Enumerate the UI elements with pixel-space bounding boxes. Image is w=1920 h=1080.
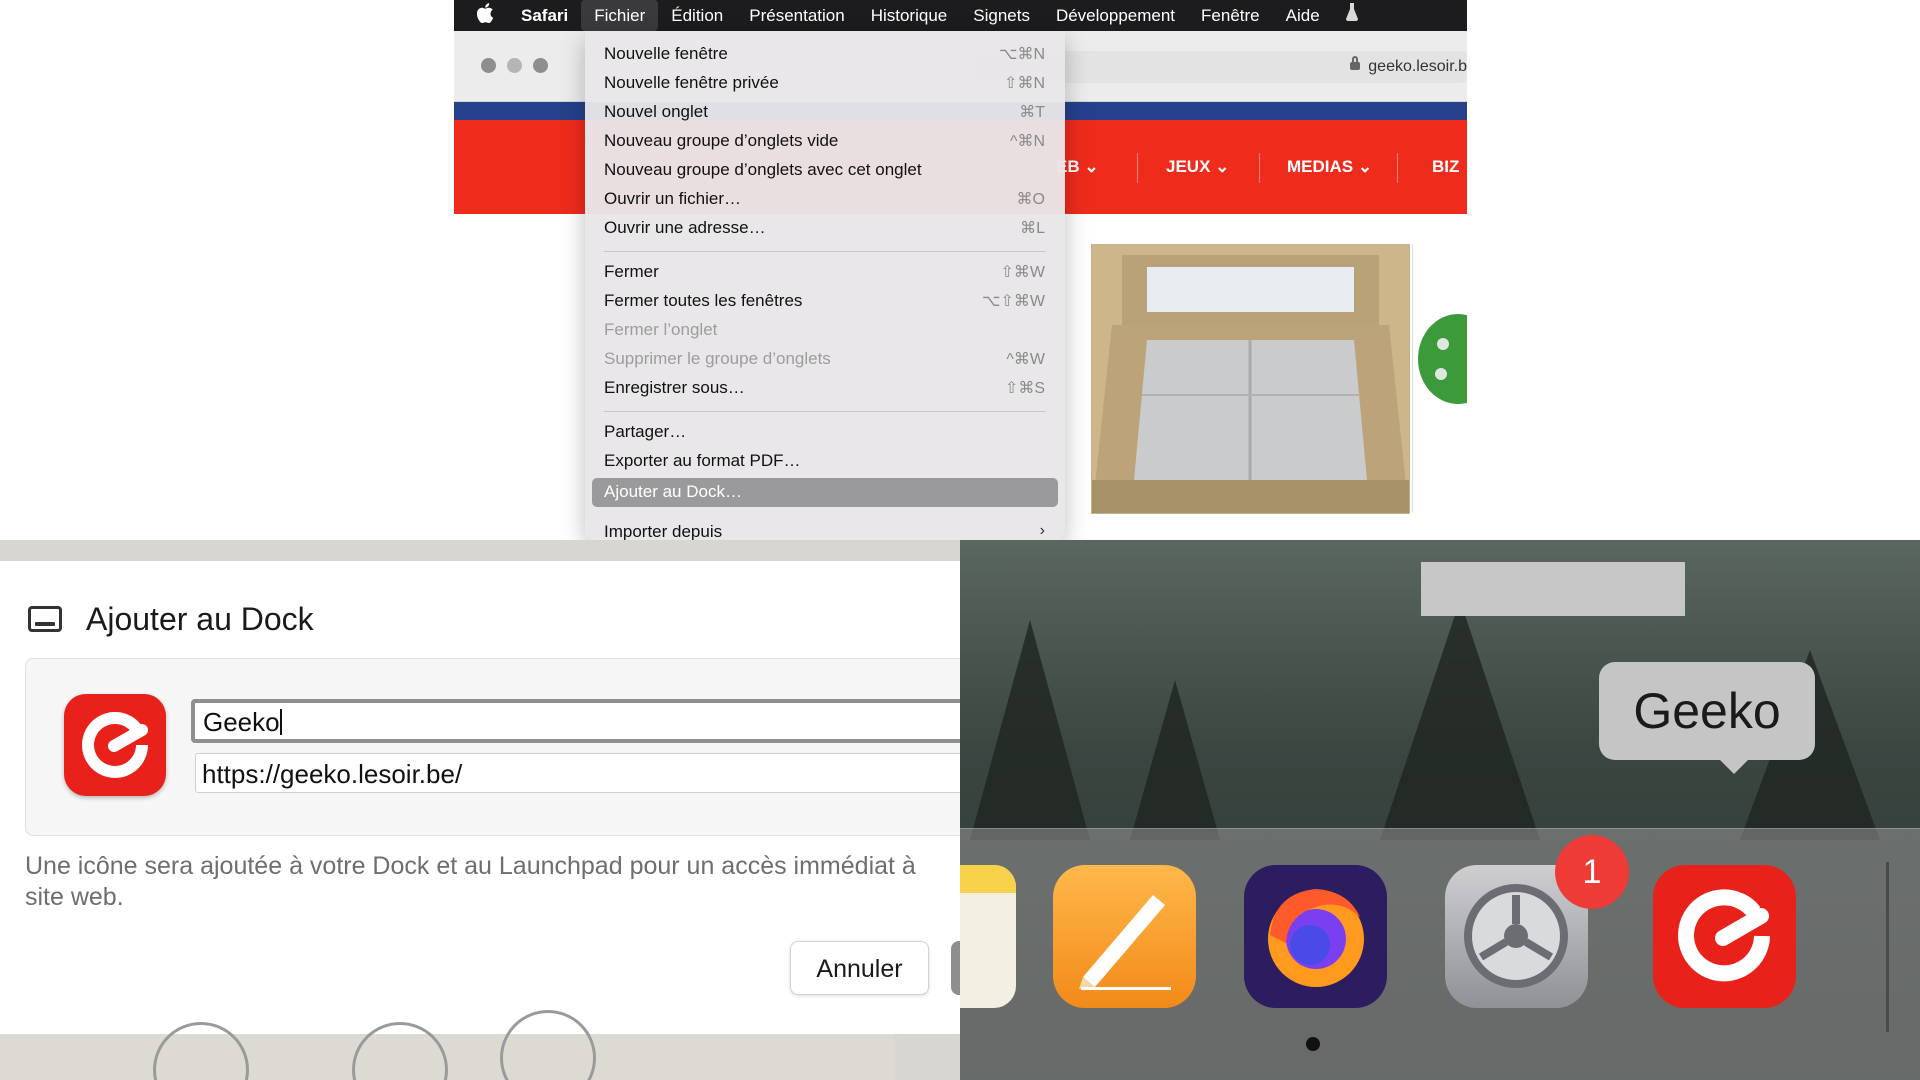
- geeko-dock-icon[interactable]: [1653, 865, 1796, 1008]
- menu-separator: [604, 251, 1046, 252]
- address-bar-url: geeko.lesoir.b: [1368, 58, 1467, 75]
- menu-item-enregistrer-sous[interactable]: Enregistrer sous… ⇧⌘S: [585, 374, 1065, 403]
- pages-icon[interactable]: [1053, 865, 1196, 1008]
- background-tree: [1380, 600, 1540, 840]
- add-to-dock-dialog: Ajouter au Dock Geeko https://geeko.leso…: [0, 561, 960, 1034]
- minimize-window-button[interactable]: [507, 58, 522, 73]
- dock: 1: [960, 828, 1920, 1080]
- zoom-window-button[interactable]: [533, 58, 548, 73]
- dock-tooltip: Geeko: [1599, 662, 1815, 760]
- app-name-field[interactable]: Geeko: [191, 699, 960, 743]
- menu-item-groupe-onglets-avec-onglet[interactable]: Nouveau groupe d’onglets avec cet onglet: [585, 156, 1065, 185]
- menu-item-ajouter-au-dock[interactable]: Ajouter au Dock…: [592, 478, 1058, 507]
- redacted-area: [1421, 562, 1685, 616]
- notification-badge: 1: [1555, 835, 1629, 909]
- menu-item-importer-depuis[interactable]: Importer depuis ›: [585, 518, 1065, 540]
- close-window-button[interactable]: [481, 58, 496, 73]
- app-url-field[interactable]: https://geeko.lesoir.be/: [195, 753, 960, 793]
- nav-divider: [1259, 153, 1260, 183]
- chevron-down-icon: ⌄: [1215, 157, 1230, 176]
- dock-panel: Geeko 1: [960, 540, 1920, 1080]
- article-image-green-object[interactable]: [1412, 244, 1467, 512]
- nav-item-biz[interactable]: BIZ: [1432, 157, 1459, 177]
- menu-signets[interactable]: Signets: [960, 0, 1043, 31]
- menu-item-fermer-onglet: Fermer l’onglet: [604, 320, 718, 339]
- nav-item-jeux[interactable]: JEUX ⌄: [1166, 157, 1229, 177]
- dock-separator: [1886, 862, 1889, 1032]
- menu-separator: [604, 411, 1046, 412]
- add-to-dock-panel: Ajouter au Dock Geeko https://geeko.leso…: [0, 540, 960, 1080]
- background-tree: [970, 620, 1090, 840]
- cancel-button[interactable]: Annuler: [790, 941, 929, 995]
- add-button[interactable]: [951, 941, 960, 995]
- menu-item-nouvelle-fenetre[interactable]: Nouvelle fenêtre ⌥⌘N: [585, 40, 1065, 69]
- nav-item-medias[interactable]: MEDIAS ⌄: [1287, 157, 1372, 177]
- menu-fichier[interactable]: Fichier: [581, 0, 659, 31]
- menu-item-partager[interactable]: Partager…: [585, 418, 1065, 447]
- fichier-menu: Nouvelle fenêtre ⌥⌘N Nouvelle fenêtre pri…: [585, 31, 1065, 540]
- running-indicator: [1306, 1037, 1320, 1051]
- dialog-description: Une icône sera ajoutée à votre Dock et a…: [25, 852, 916, 911]
- menu-fenetre[interactable]: Fenêtre: [1188, 0, 1273, 31]
- menu-developpement[interactable]: Développement: [1043, 0, 1188, 31]
- menu-item-ouvrir-adresse[interactable]: Ouvrir une adresse… ⌘L: [585, 214, 1065, 243]
- menu-item-exporter-pdf[interactable]: Exporter au format PDF…: [585, 447, 1065, 476]
- lock-icon: [1350, 56, 1361, 70]
- menu-item-nouvel-onglet[interactable]: Nouvel onglet ⌘T: [585, 98, 1065, 127]
- menu-item-ouvrir-fichier[interactable]: Ouvrir un fichier… ⌘O: [585, 185, 1065, 214]
- menu-item-fermer-toutes-fenetres[interactable]: Fermer toutes les fenêtres ⌥⇧⌘W: [585, 287, 1065, 316]
- flask-icon[interactable]: [1333, 0, 1371, 31]
- chevron-down-icon: ⌄: [1357, 157, 1373, 176]
- nav-divider: [1397, 153, 1398, 183]
- menu-edition[interactable]: Édition: [658, 0, 736, 31]
- menu-bar: Safari Fichier Édition Présentation Hist…: [454, 0, 1467, 31]
- background-tree: [1130, 680, 1220, 840]
- menu-safari[interactable]: Safari: [508, 0, 581, 31]
- menu-historique[interactable]: Historique: [858, 0, 961, 31]
- notes-icon[interactable]: [960, 865, 1016, 1008]
- geeko-app-icon: [64, 694, 166, 796]
- dialog-title: Ajouter au Dock: [86, 601, 314, 637]
- chevron-down-icon: ⌄: [1084, 157, 1099, 176]
- menu-aide[interactable]: Aide: [1273, 0, 1333, 31]
- firefox-icon[interactable]: [1244, 865, 1387, 1008]
- tooltip-arrow: [1718, 758, 1750, 774]
- menu-item-nouvelle-fenetre-privee[interactable]: Nouvelle fenêtre privée ⇧⌘N: [585, 69, 1065, 98]
- menu-item-fermer[interactable]: Fermer ⇧⌘W: [585, 258, 1065, 287]
- nav-divider: [1137, 153, 1138, 183]
- apple-icon[interactable]: [454, 2, 508, 29]
- menu-item-supprimer-groupe: Supprimer le groupe d’onglets ^⌘W: [604, 349, 1045, 368]
- menu-presentation[interactable]: Présentation: [736, 0, 857, 31]
- menu-item-groupe-onglets-vide[interactable]: Nouveau groupe d’onglets vide ^⌘N: [585, 127, 1065, 156]
- dock-icon: [28, 606, 62, 632]
- article-image-car-mattress[interactable]: [1091, 244, 1410, 514]
